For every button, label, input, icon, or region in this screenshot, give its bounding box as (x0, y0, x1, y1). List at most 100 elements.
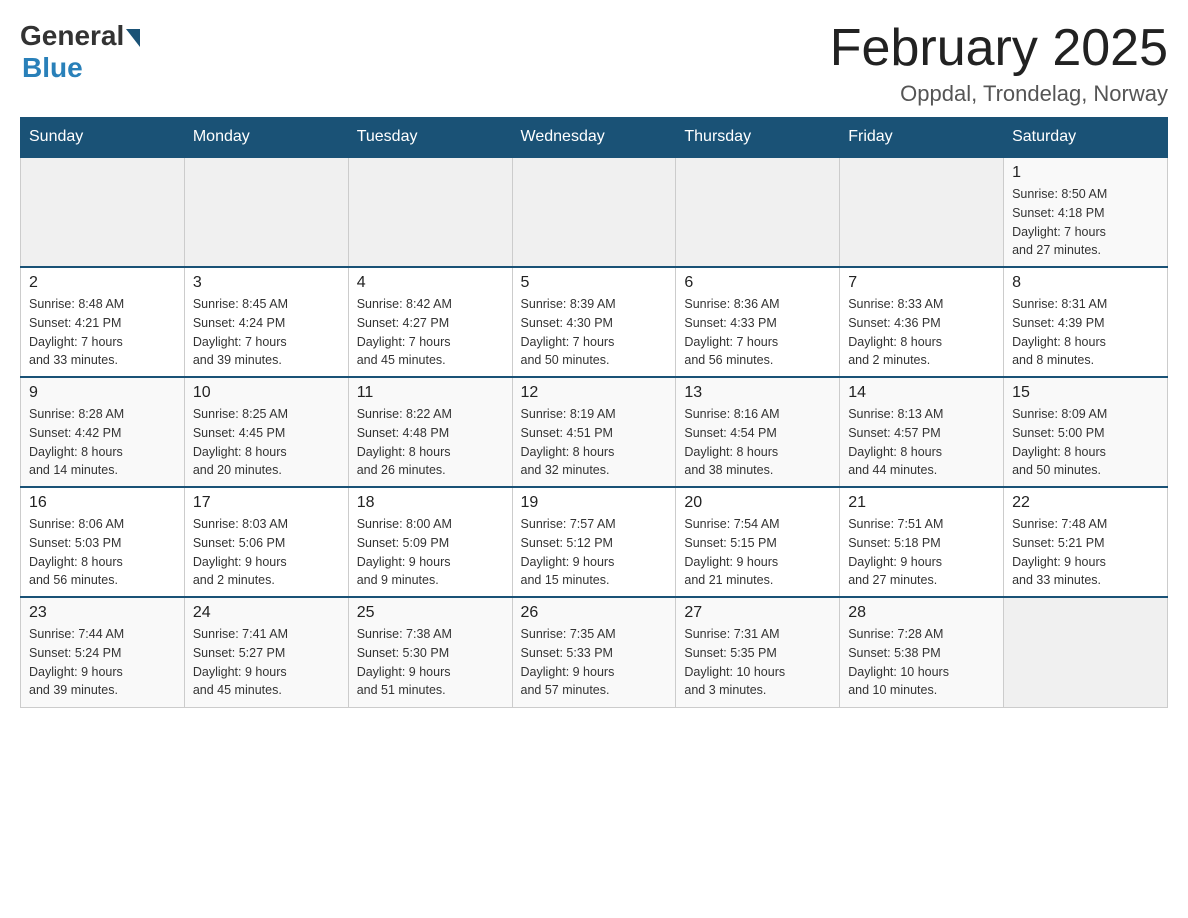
day-number: 20 (684, 494, 831, 512)
calendar-cell: 27 Sunrise: 7:31 AM Sunset: 5:35 PM Dayli… (676, 597, 840, 707)
calendar-cell: 12 Sunrise: 8:19 AM Sunset: 4:51 PM Dayli… (512, 377, 676, 487)
day-info: Sunrise: 7:48 AM Sunset: 5:21 PM Dayligh… (1012, 515, 1159, 590)
calendar-week-row: 23 Sunrise: 7:44 AM Sunset: 5:24 PM Dayli… (21, 597, 1168, 707)
calendar-cell: 22 Sunrise: 7:48 AM Sunset: 5:21 PM Dayli… (1004, 487, 1168, 597)
day-number: 24 (193, 604, 340, 622)
day-number: 7 (848, 274, 995, 292)
calendar-week-row: 16 Sunrise: 8:06 AM Sunset: 5:03 PM Dayli… (21, 487, 1168, 597)
day-info: Sunrise: 7:44 AM Sunset: 5:24 PM Dayligh… (29, 625, 176, 700)
day-number: 23 (29, 604, 176, 622)
calendar-cell: 16 Sunrise: 8:06 AM Sunset: 5:03 PM Dayli… (21, 487, 185, 597)
location-title: Oppdal, Trondelag, Norway (830, 81, 1168, 107)
day-number: 13 (684, 384, 831, 402)
calendar-cell: 2 Sunrise: 8:48 AM Sunset: 4:21 PM Daylig… (21, 267, 185, 377)
calendar-cell: 26 Sunrise: 7:35 AM Sunset: 5:33 PM Dayli… (512, 597, 676, 707)
calendar-cell: 15 Sunrise: 8:09 AM Sunset: 5:00 PM Dayli… (1004, 377, 1168, 487)
day-number: 11 (357, 384, 504, 402)
calendar-cell: 25 Sunrise: 7:38 AM Sunset: 5:30 PM Dayli… (348, 597, 512, 707)
calendar-cell (840, 157, 1004, 267)
day-number: 12 (521, 384, 668, 402)
day-info: Sunrise: 8:03 AM Sunset: 5:06 PM Dayligh… (193, 515, 340, 590)
day-number: 8 (1012, 274, 1159, 292)
day-info: Sunrise: 8:16 AM Sunset: 4:54 PM Dayligh… (684, 405, 831, 480)
day-info: Sunrise: 7:57 AM Sunset: 5:12 PM Dayligh… (521, 515, 668, 590)
day-number: 4 (357, 274, 504, 292)
calendar-cell (21, 157, 185, 267)
day-number: 9 (29, 384, 176, 402)
day-info: Sunrise: 8:42 AM Sunset: 4:27 PM Dayligh… (357, 295, 504, 370)
day-number: 25 (357, 604, 504, 622)
day-number: 28 (848, 604, 995, 622)
calendar-cell (676, 157, 840, 267)
calendar-header-wednesday: Wednesday (512, 118, 676, 158)
day-info: Sunrise: 8:50 AM Sunset: 4:18 PM Dayligh… (1012, 185, 1159, 260)
calendar-table: SundayMondayTuesdayWednesdayThursdayFrid… (20, 117, 1168, 708)
day-info: Sunrise: 8:39 AM Sunset: 4:30 PM Dayligh… (521, 295, 668, 370)
calendar-cell (512, 157, 676, 267)
day-number: 22 (1012, 494, 1159, 512)
day-info: Sunrise: 8:31 AM Sunset: 4:39 PM Dayligh… (1012, 295, 1159, 370)
day-info: Sunrise: 8:00 AM Sunset: 5:09 PM Dayligh… (357, 515, 504, 590)
day-info: Sunrise: 8:45 AM Sunset: 4:24 PM Dayligh… (193, 295, 340, 370)
day-info: Sunrise: 7:38 AM Sunset: 5:30 PM Dayligh… (357, 625, 504, 700)
calendar-cell: 21 Sunrise: 7:51 AM Sunset: 5:18 PM Dayli… (840, 487, 1004, 597)
calendar-header-sunday: Sunday (21, 118, 185, 158)
day-number: 3 (193, 274, 340, 292)
day-info: Sunrise: 8:13 AM Sunset: 4:57 PM Dayligh… (848, 405, 995, 480)
day-number: 27 (684, 604, 831, 622)
logo-blue-text: Blue (22, 52, 83, 84)
day-info: Sunrise: 8:36 AM Sunset: 4:33 PM Dayligh… (684, 295, 831, 370)
day-info: Sunrise: 8:48 AM Sunset: 4:21 PM Dayligh… (29, 295, 176, 370)
calendar-cell: 17 Sunrise: 8:03 AM Sunset: 5:06 PM Dayli… (184, 487, 348, 597)
calendar-cell: 1 Sunrise: 8:50 AM Sunset: 4:18 PM Daylig… (1004, 157, 1168, 267)
calendar-cell: 24 Sunrise: 7:41 AM Sunset: 5:27 PM Dayli… (184, 597, 348, 707)
calendar-header-friday: Friday (840, 118, 1004, 158)
day-number: 15 (1012, 384, 1159, 402)
day-info: Sunrise: 7:41 AM Sunset: 5:27 PM Dayligh… (193, 625, 340, 700)
title-block: February 2025 Oppdal, Trondelag, Norway (830, 20, 1168, 107)
day-info: Sunrise: 7:35 AM Sunset: 5:33 PM Dayligh… (521, 625, 668, 700)
calendar-cell: 7Sunrise: 8:33 AM Sunset: 4:36 PM Daylig… (840, 267, 1004, 377)
day-info: Sunrise: 7:28 AM Sunset: 5:38 PM Dayligh… (848, 625, 995, 700)
page-header: General Blue February 2025 Oppdal, Trond… (20, 20, 1168, 107)
day-number: 26 (521, 604, 668, 622)
logo: General Blue (20, 20, 140, 84)
day-number: 17 (193, 494, 340, 512)
calendar-cell (184, 157, 348, 267)
calendar-cell: 8 Sunrise: 8:31 AM Sunset: 4:39 PM Daylig… (1004, 267, 1168, 377)
day-number: 6 (684, 274, 831, 292)
calendar-cell: 4 Sunrise: 8:42 AM Sunset: 4:27 PM Daylig… (348, 267, 512, 377)
calendar-cell: 18Sunrise: 8:00 AM Sunset: 5:09 PM Dayli… (348, 487, 512, 597)
calendar-header-row: SundayMondayTuesdayWednesdayThursdayFrid… (21, 118, 1168, 158)
day-number: 14 (848, 384, 995, 402)
day-number: 1 (1012, 164, 1159, 182)
day-number: 5 (521, 274, 668, 292)
day-info: Sunrise: 7:31 AM Sunset: 5:35 PM Dayligh… (684, 625, 831, 700)
calendar-week-row: 9Sunrise: 8:28 AM Sunset: 4:42 PM Daylig… (21, 377, 1168, 487)
day-info: Sunrise: 8:25 AM Sunset: 4:45 PM Dayligh… (193, 405, 340, 480)
day-number: 16 (29, 494, 176, 512)
calendar-week-row: 2 Sunrise: 8:48 AM Sunset: 4:21 PM Daylig… (21, 267, 1168, 377)
logo-triangle-icon (126, 29, 140, 47)
calendar-header-tuesday: Tuesday (348, 118, 512, 158)
calendar-cell: 11Sunrise: 8:22 AM Sunset: 4:48 PM Dayli… (348, 377, 512, 487)
calendar-cell: 23 Sunrise: 7:44 AM Sunset: 5:24 PM Dayli… (21, 597, 185, 707)
calendar-cell: 28 Sunrise: 7:28 AM Sunset: 5:38 PM Dayli… (840, 597, 1004, 707)
calendar-cell: 13 Sunrise: 8:16 AM Sunset: 4:54 PM Dayli… (676, 377, 840, 487)
month-title: February 2025 (830, 20, 1168, 77)
calendar-header-thursday: Thursday (676, 118, 840, 158)
day-number: 21 (848, 494, 995, 512)
day-info: Sunrise: 8:19 AM Sunset: 4:51 PM Dayligh… (521, 405, 668, 480)
calendar-cell: 5 Sunrise: 8:39 AM Sunset: 4:30 PM Daylig… (512, 267, 676, 377)
day-info: Sunrise: 8:09 AM Sunset: 5:00 PM Dayligh… (1012, 405, 1159, 480)
calendar-cell (1004, 597, 1168, 707)
day-info: Sunrise: 7:51 AM Sunset: 5:18 PM Dayligh… (848, 515, 995, 590)
calendar-cell: 14 Sunrise: 8:13 AM Sunset: 4:57 PM Dayli… (840, 377, 1004, 487)
calendar-cell: 19Sunrise: 7:57 AM Sunset: 5:12 PM Dayli… (512, 487, 676, 597)
calendar-cell (348, 157, 512, 267)
day-number: 2 (29, 274, 176, 292)
day-info: Sunrise: 8:06 AM Sunset: 5:03 PM Dayligh… (29, 515, 176, 590)
calendar-cell: 6 Sunrise: 8:36 AM Sunset: 4:33 PM Daylig… (676, 267, 840, 377)
calendar-header-saturday: Saturday (1004, 118, 1168, 158)
calendar-header-monday: Monday (184, 118, 348, 158)
